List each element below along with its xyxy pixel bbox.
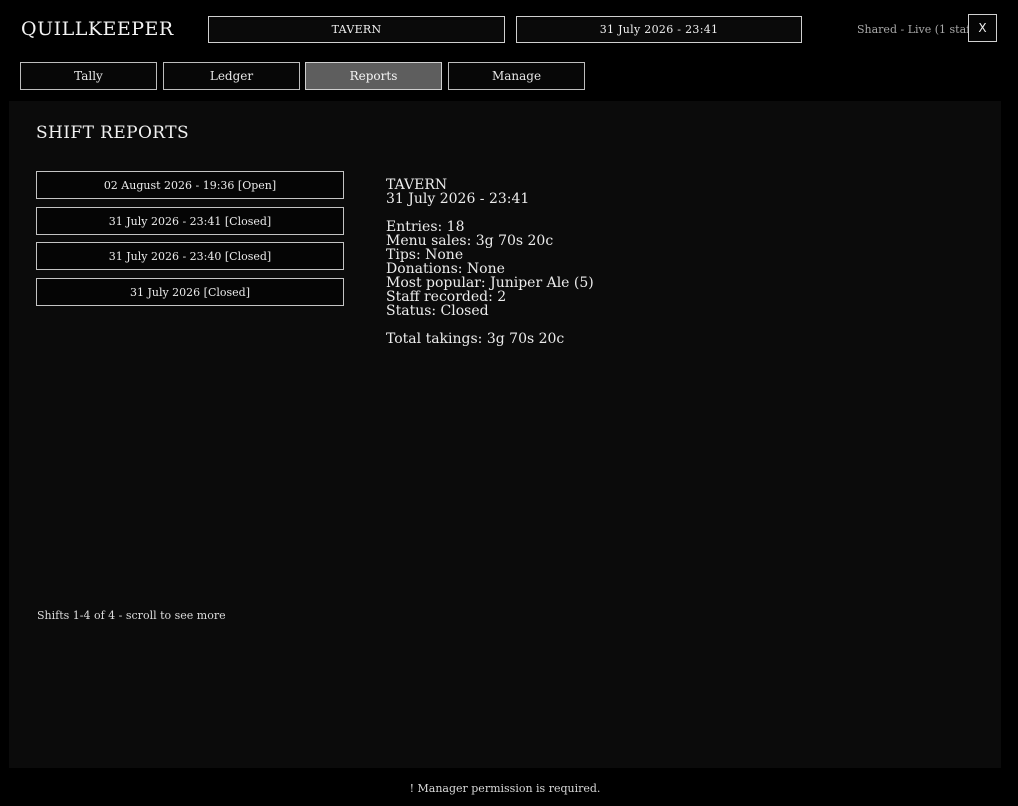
shift-list-footer: Shifts 1-4 of 4 - scroll to see more bbox=[37, 609, 226, 622]
date-selector[interactable]: 31 July 2026 - 23:41 bbox=[516, 16, 802, 43]
report-most-popular: Most popular: Juniper Ale (5) bbox=[386, 275, 594, 291]
report-donations: Donations: None bbox=[386, 261, 505, 277]
location-selector[interactable]: TAVERN bbox=[208, 16, 505, 43]
shift-item[interactable]: 31 July 2026 - 23:41 [Closed] bbox=[36, 207, 344, 235]
app-window: QUILLKEEPER TAVERN 31 July 2026 - 23:41 … bbox=[0, 0, 1018, 806]
report-tips: Tips: None bbox=[386, 247, 464, 263]
share-status: Shared - Live (1 staff) bbox=[857, 23, 969, 36]
shift-item[interactable]: 31 July 2026 - 23:40 [Closed] bbox=[36, 242, 344, 270]
report-status: Status: Closed bbox=[386, 303, 489, 319]
reports-panel: SHIFT REPORTS 02 August 2026 - 19:36 [Op… bbox=[9, 101, 1001, 768]
permission-notice: ! Manager permission is required. bbox=[409, 782, 601, 795]
report-staff-recorded: Staff recorded: 2 bbox=[386, 289, 507, 305]
report-total-takings: Total takings: 3g 70s 20c bbox=[386, 331, 565, 347]
report-date: 31 July 2026 - 23:41 bbox=[386, 191, 530, 207]
shift-item[interactable]: 02 August 2026 - 19:36 [Open] bbox=[36, 171, 344, 199]
tab-reports[interactable]: Reports bbox=[305, 62, 442, 90]
report-entries: Entries: 18 bbox=[386, 219, 465, 235]
tab-manage[interactable]: Manage bbox=[448, 62, 585, 90]
close-button[interactable]: X bbox=[968, 14, 997, 42]
tab-tally[interactable]: Tally bbox=[20, 62, 157, 90]
report-menu-sales: Menu sales: 3g 70s 20c bbox=[386, 233, 554, 249]
tab-ledger[interactable]: Ledger bbox=[163, 62, 300, 90]
shift-item[interactable]: 31 July 2026 [Closed] bbox=[36, 278, 344, 306]
app-logo: QUILLKEEPER bbox=[21, 18, 174, 40]
panel-title: SHIFT REPORTS bbox=[36, 123, 189, 143]
report-location: TAVERN bbox=[386, 177, 448, 193]
shift-report-detail: TAVERN 31 July 2026 - 23:41 Entries: 18 … bbox=[386, 178, 594, 346]
